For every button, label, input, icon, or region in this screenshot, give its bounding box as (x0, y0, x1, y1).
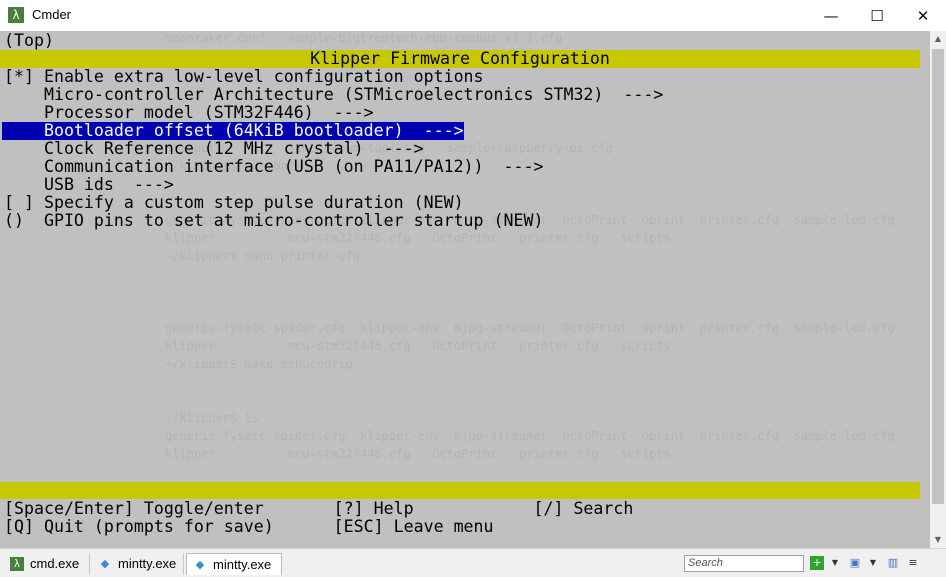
console-dropdown-icon[interactable]: ▼ (866, 556, 880, 570)
window-title: Cmder (32, 7, 72, 22)
mintty-icon: ◆ (195, 559, 205, 571)
background-shell-line: generic-fysetc-spider.cfg klipper-env mj… (165, 429, 895, 443)
maximize-button[interactable]: ☐ (854, 0, 900, 31)
close-button[interactable]: ✕ (900, 0, 946, 31)
lambda-icon: λ (10, 557, 24, 571)
background-shell-line: klipper mcu-stm32f446.cfg OctoPrint prin… (165, 339, 671, 353)
tab-label: mintty.exe (213, 557, 272, 572)
background-shell-line: generic-fysetc-spider.cfg klipper-env mj… (165, 321, 895, 335)
vertical-scrollbar[interactable]: ▲ ▼ (930, 31, 946, 548)
scroll-down-arrow-icon[interactable]: ▼ (930, 532, 946, 548)
mintty-icon: ◆ (100, 558, 110, 570)
new-console-plus-icon[interactable]: + (810, 556, 824, 570)
tab-label: mintty.exe (118, 556, 177, 571)
tab-mintty-exe-2-active[interactable]: ◆ mintty.exe (186, 553, 282, 575)
terminal-console[interactable]: moonraker.conf sample-bigtreetech-ebb-ca… (0, 31, 930, 548)
footer-help-line-2: [Q] Quit (prompts for save) [ESC] Leave … (4, 517, 494, 536)
search-input[interactable]: Search (684, 555, 804, 572)
scroll-up-arrow-icon[interactable]: ▲ (930, 31, 946, 47)
hamburger-menu-icon[interactable]: ≡ (906, 556, 920, 570)
menu-item-communication-interface[interactable]: Communication interface (USB (on PA11/PA… (4, 158, 544, 176)
minimize-icon: — (823, 6, 839, 25)
menu-item-processor-model[interactable]: Processor model (STM32F446) ---> (4, 104, 374, 122)
menu-item-usb-ids[interactable]: USB ids ---> (4, 176, 174, 194)
background-shell-line: ~/klipper$ make menuconfig (165, 357, 353, 371)
footer-bar (0, 482, 920, 499)
close-icon: ✕ (916, 6, 930, 25)
background-shell-line: klipper mcu-stm32f446.cfg OctoPrint prin… (165, 231, 671, 245)
footer-help-line-1: [Space/Enter] Toggle/enter [?] Help [/] … (4, 499, 634, 518)
menu-header-title: Klipper Firmware Configuration (310, 49, 610, 68)
cmder-lambda-icon: λ (8, 7, 24, 23)
tab-cmd-exe[interactable]: λ cmd.exe (4, 553, 90, 575)
background-shell-line: ~/klipper$ nano printer.cfg (165, 249, 361, 263)
menu-item-extra-low-level[interactable]: [*] Enable extra low-level configuration… (4, 68, 484, 86)
minimize-button[interactable]: — (808, 0, 854, 31)
console-window-icon[interactable]: ▣ (848, 556, 862, 570)
menu-breadcrumb: (Top) (4, 31, 54, 50)
scrollbar-thumb[interactable] (932, 49, 944, 504)
maximize-icon: ☐ (870, 6, 884, 25)
menu-item-clock-reference[interactable]: Clock Reference (12 MHz crystal) ---> (4, 140, 424, 158)
background-shell-line: klipper mcu-stm32f446.cfg OctoPrint prin… (165, 447, 671, 461)
title-bar: λ Cmder — ☐ ✕ (0, 0, 946, 31)
background-shell-line: moonraker.conf sample-bigtreetech-ebb-ca… (165, 31, 563, 45)
tab-mintty-exe-1[interactable]: ◆ mintty.exe (92, 553, 184, 575)
menu-item-bootloader-offset-selected[interactable]: Bootloader offset (64KiB bootloader) ---… (2, 122, 464, 140)
tab-bar: λ cmd.exe ◆ mintty.exe ◆ mintty.exe (0, 548, 946, 577)
tab-label: cmd.exe (30, 556, 80, 571)
menu-item-gpio-startup-pins[interactable]: () GPIO pins to set at micro-controller … (4, 212, 543, 230)
background-shell-line: ~/klipper$ ls (165, 411, 259, 425)
menu-item-mcu-architecture[interactable]: Micro-controller Architecture (STMicroel… (4, 86, 663, 104)
new-console-dropdown-icon[interactable]: ▼ (828, 556, 842, 570)
split-view-icon[interactable]: ▥ (886, 556, 900, 570)
menu-item-step-pulse-duration[interactable]: [ ] Specify a custom step pulse duration… (4, 194, 464, 212)
